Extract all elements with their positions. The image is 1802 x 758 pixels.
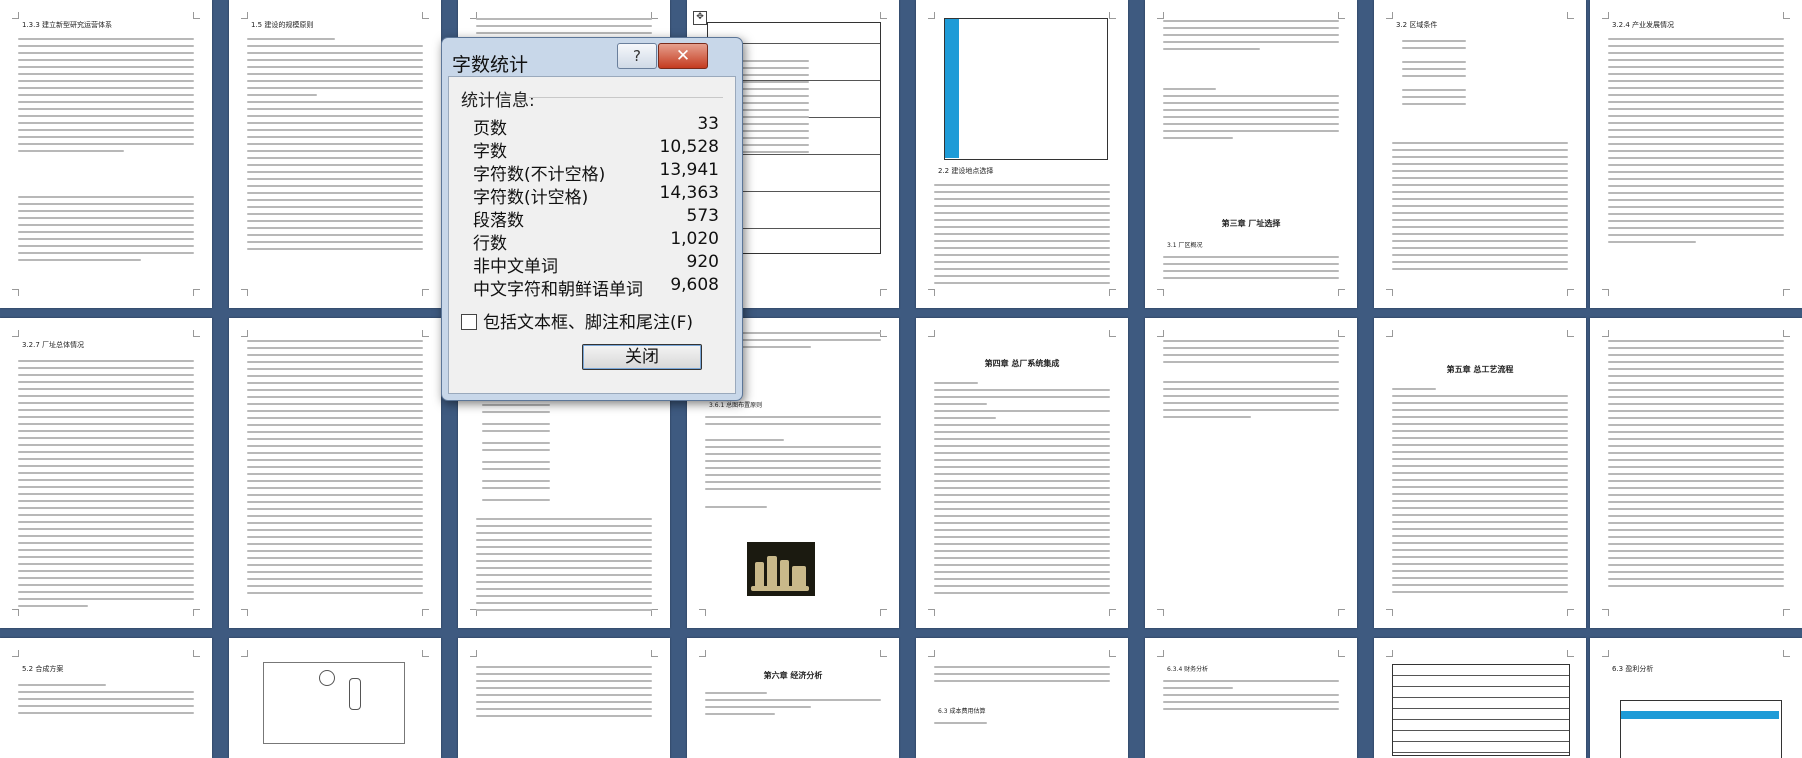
stat-label: 页数 [473,119,507,139]
page-heading: 1.5 建设的规模原则 [251,21,314,29]
page-heading: 3.2.4 产业发展情况 [1612,21,1675,29]
stat-row-pages: 页数 33 [473,114,719,139]
page-heading: 3.6.1 总图布置原则 [709,402,763,409]
close-button[interactable]: 关闭 [582,344,702,370]
document-page: 6.3 盈利分析 [1590,638,1802,758]
statistics-label: 统计信息: [461,91,535,111]
document-page [1590,318,1802,628]
divider [529,97,723,98]
chapter-heading: 第四章 总厂系统集成 [984,359,1060,368]
stat-label: 字符数(计空格) [473,188,589,208]
page-heading: 6.3 成本费用估算 [938,708,986,715]
document-page: 3.2 区域条件 [1374,0,1586,308]
document-page [1374,638,1586,758]
stat-value: 573 [686,206,719,226]
page-heading: 2.2 建设地点选择 [938,167,994,175]
page-heading: 3.2.7 厂址总体情况 [22,341,85,349]
document-page: 6.3.4 财务分析 [1145,638,1357,758]
stat-row-lines: 行数 1,020 [473,229,719,254]
word-count-dialog: 字数统计 ? ✕ 统计信息: 页数 33 字数 10,528 字符数(不计空格)… [441,37,743,401]
checkbox-label: 包括文本框、脚注和尾注(F) [483,313,694,333]
page-heading: 1.3.3 建立新型研究运营体系 [22,21,113,29]
document-page [1145,318,1357,628]
document-page: 1.3.3 建立新型研究运营体系 [0,0,212,308]
document-page [458,638,670,758]
page-heading: 5.2 合成方案 [22,665,64,673]
document-page: 3.2.7 厂址总体情况 [0,318,212,628]
document-page: 1.5 建设的规模原则 [229,0,441,308]
stat-row-words: 字数 10,528 [473,137,719,162]
stat-value: 14,363 [659,183,719,203]
move-handle-icon[interactable]: ✥ [693,11,707,25]
stat-label: 非中文单词 [473,257,558,277]
stat-row-cjk-chars: 中文字符和朝鲜语单词 9,608 [473,275,719,300]
document-page [229,318,441,628]
plant-3d-thumbnail [747,542,815,596]
document-page: 第四章 总厂系统集成 [916,318,1128,628]
stat-value: 920 [686,252,719,272]
stat-value: 1,020 [670,229,719,249]
stat-value: 33 [697,114,719,134]
stat-label: 段落数 [473,211,524,231]
document-page: 3.2.4 产业发展情况 [1590,0,1802,308]
stat-row-chars-with-spaces: 字符数(计空格) 14,363 [473,183,719,208]
document-page: 6.3 成本费用估算 [916,638,1128,758]
document-page: 5.2 合成方案 [0,638,212,758]
include-textboxes-checkbox-row[interactable]: 包括文本框、脚注和尾注(F) [461,308,693,333]
help-button[interactable]: ? [617,43,657,69]
dialog-title: 字数统计 [452,54,529,76]
stat-label: 字数 [473,142,507,162]
document-page: 第三章 厂址选择 3.1 厂区概况 [1145,0,1357,308]
stat-row-chars-no-spaces: 字符数(不计空格) 13,941 [473,160,719,185]
stat-label: 行数 [473,234,507,254]
page-heading: 6.3 盈利分析 [1612,665,1654,673]
document-page [229,638,441,758]
stat-value: 10,528 [659,137,719,157]
stat-value: 9,608 [670,275,719,295]
stat-label: 中文字符和朝鲜语单词 [473,280,643,300]
chapter-heading: 第五章 总工艺流程 [1446,365,1514,374]
page-heading: 3.2 区域条件 [1396,21,1438,29]
stat-label: 字符数(不计空格) [473,165,606,185]
close-icon[interactable]: ✕ [658,43,708,69]
document-page: 第六章 经济分析 [687,638,899,758]
stat-value: 13,941 [659,160,719,180]
stat-row-non-chinese-words: 非中文单词 920 [473,252,719,277]
chapter-heading: 第六章 经济分析 [763,671,823,680]
document-page: 第五章 总工艺流程 [1374,318,1586,628]
document-page: 2.2 建设地点选择 [916,0,1128,308]
dialog-body: 统计信息: 页数 33 字数 10,528 字符数(不计空格) 13,941 字… [448,76,736,394]
include-textboxes-checkbox[interactable] [461,314,477,330]
stat-row-paragraphs: 段落数 573 [473,206,719,231]
chapter-heading: 第三章 厂址选择 [1221,219,1281,228]
page-heading: 6.3.4 财务分析 [1167,666,1209,673]
